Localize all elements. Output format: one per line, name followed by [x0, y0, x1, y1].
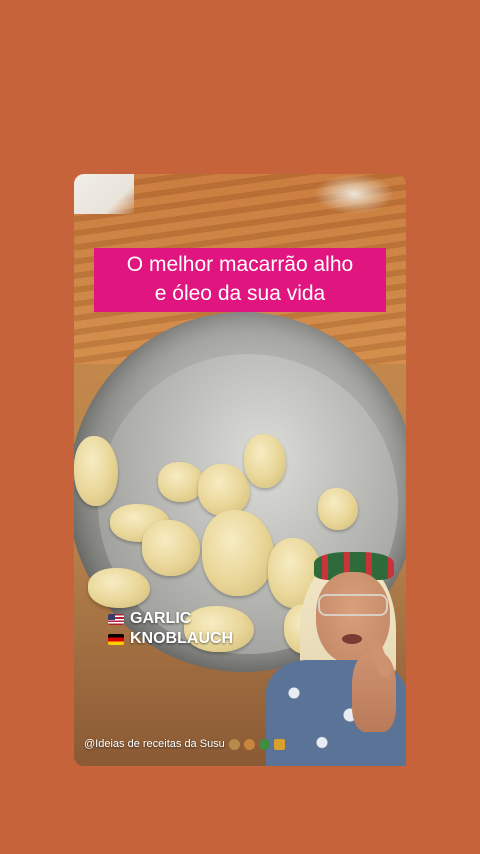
emoji-icon [273, 738, 285, 750]
ingredient-label-english: GARLIC [108, 610, 191, 628]
presenter-mouth [342, 634, 362, 644]
caption-line-1: O melhor macarrão alho [126, 253, 354, 276]
title-caption: O melhor macarrão alho e óleo da sua vid… [94, 248, 386, 312]
emoji-icon [228, 738, 240, 750]
garlic-clove [318, 488, 358, 530]
garlic-clove [202, 510, 274, 596]
ingredient-label-text: KNOBLAUCH [130, 630, 234, 647]
caption-line-2: e óleo da sua vida [154, 282, 326, 305]
garlic-clove [142, 520, 200, 576]
us-flag-icon [108, 613, 124, 625]
watermark-text: @Ideias de receitas da Susu [84, 738, 225, 750]
ingredient-label-german: KNOBLAUCH [108, 630, 233, 648]
garlic-clove [88, 568, 150, 608]
countertop-corner [74, 174, 134, 214]
emoji-icon [258, 738, 270, 750]
creator-watermark: @Ideias de receitas da Susu [84, 738, 285, 750]
garlic-clove [244, 434, 286, 488]
garlic-clove [158, 462, 204, 502]
garlic-clove [74, 436, 118, 506]
presenter-glasses [318, 594, 388, 616]
presenter-overlay [266, 542, 406, 766]
emoji-icon [243, 738, 255, 750]
garlic-clove [198, 464, 250, 516]
ingredient-label-text: GARLIC [130, 610, 192, 627]
de-flag-icon [108, 633, 124, 645]
presenter-hand [352, 652, 396, 732]
motion-blur-blob [314, 174, 394, 214]
